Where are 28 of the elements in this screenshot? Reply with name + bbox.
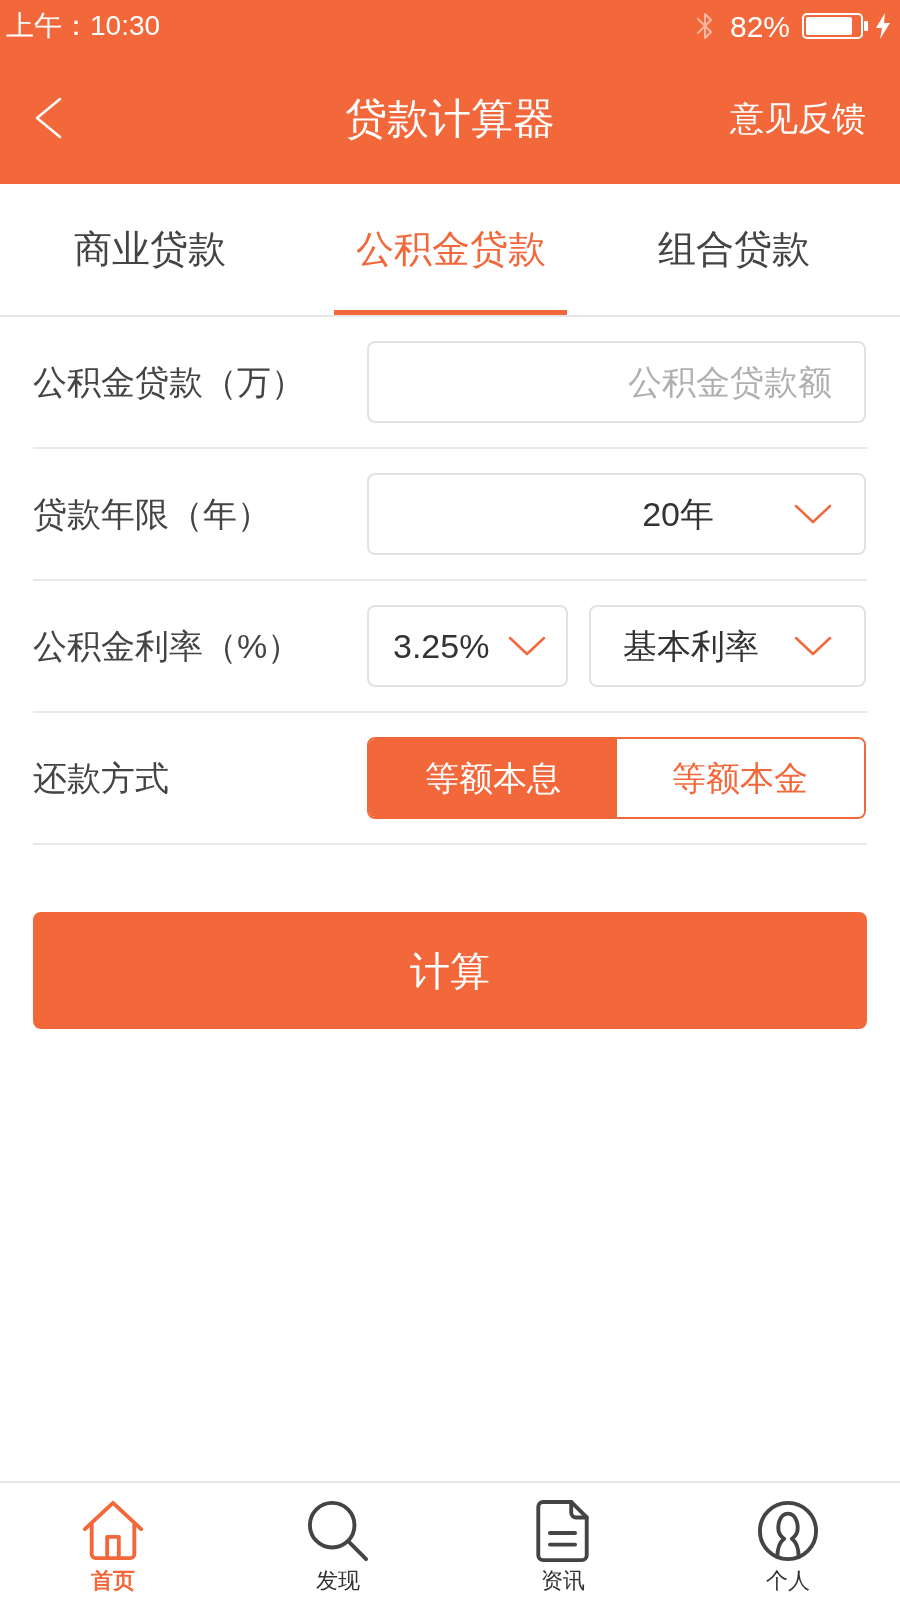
loan-type-tab[interactable]: 组合贷款 — [601, 184, 867, 315]
nav-tab[interactable]: 资讯 — [450, 1483, 675, 1600]
field-label: 贷款年限（年） — [33, 493, 272, 535]
field-label: 公积金利率（%） — [33, 625, 303, 667]
home-icon — [81, 1500, 144, 1562]
loan-amount-input[interactable]: 公积金贷款额 — [367, 341, 866, 423]
nav-tab[interactable]: 个人 — [675, 1483, 900, 1600]
chevron-down-icon — [508, 636, 546, 656]
user-icon — [756, 1500, 819, 1562]
back-icon — [34, 97, 62, 139]
search-icon — [306, 1500, 369, 1562]
back-button[interactable] — [34, 97, 62, 139]
chevron-down-icon — [794, 636, 832, 656]
term-select[interactable]: 20年 — [367, 473, 866, 555]
battery-percent: 82% — [729, 8, 790, 45]
chevron-down-icon — [794, 504, 832, 524]
rate-select[interactable]: 3.25% — [367, 605, 568, 687]
nav-tab[interactable]: 发现 — [225, 1483, 450, 1600]
field-label: 公积金贷款（万） — [33, 361, 306, 403]
page-title: 贷款计算器 — [345, 93, 555, 144]
rate-type-select[interactable]: 基本利率 — [589, 605, 866, 687]
battery-icon — [802, 13, 868, 39]
bluetooth-icon — [695, 11, 714, 41]
status-time: 上午：10:30 — [6, 9, 161, 43]
charging-icon — [876, 13, 890, 39]
document-icon — [536, 1500, 589, 1562]
loan-type-tab[interactable]: 商业贷款 — [0, 184, 300, 315]
field-label: 还款方式 — [33, 757, 170, 799]
